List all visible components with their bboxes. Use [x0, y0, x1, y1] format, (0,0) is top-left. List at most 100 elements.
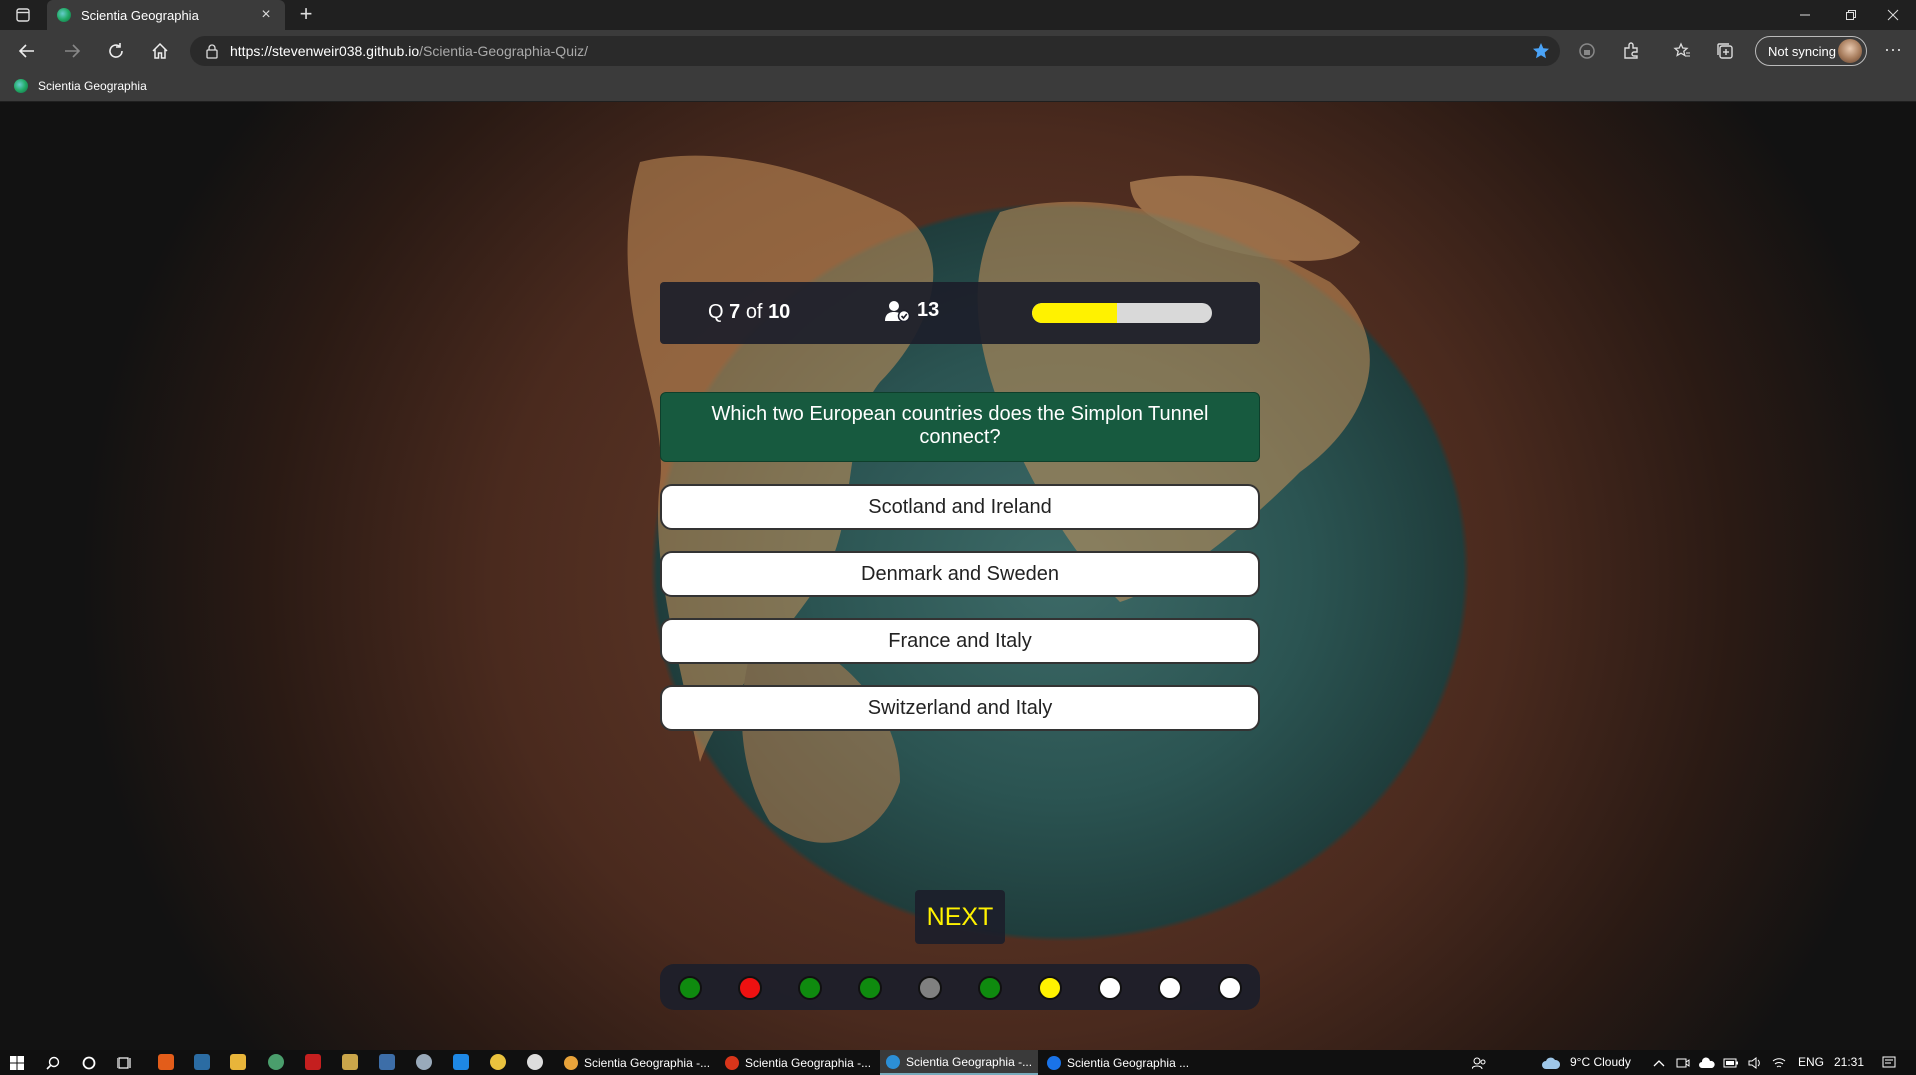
- favorites-icon[interactable]: [1671, 40, 1693, 62]
- home-icon[interactable]: [145, 36, 175, 66]
- cloud-weather-icon[interactable]: [1540, 1054, 1562, 1072]
- pinned-app-icon[interactable]: [416, 1054, 432, 1070]
- cortana-icon[interactable]: [80, 1054, 98, 1072]
- meet-now-icon[interactable]: [1674, 1054, 1692, 1072]
- answer-option-2[interactable]: Denmark and Sweden: [660, 551, 1260, 597]
- progress-bar-fill: [1032, 303, 1117, 323]
- tracker-dot-current: [1038, 976, 1062, 1000]
- globe-favicon-icon: [57, 8, 71, 22]
- pinned-app-icon[interactable]: [268, 1054, 284, 1070]
- taskbar-window-label: Scientia Geographia -...: [745, 1055, 872, 1070]
- read-aloud-icon[interactable]: [1576, 40, 1598, 62]
- answer-option-3[interactable]: France and Italy: [660, 618, 1260, 664]
- browser-app-icon: [1047, 1055, 1061, 1070]
- tracker-dot-pending: [1098, 976, 1122, 1000]
- tracker-dot-pending: [1218, 976, 1242, 1000]
- lock-icon[interactable]: [204, 43, 220, 59]
- user-check-icon: [885, 300, 911, 322]
- forward-icon[interactable]: [57, 36, 87, 66]
- opera-app-icon: [725, 1055, 739, 1070]
- favorite-item[interactable]: Scientia Geographia: [14, 79, 147, 93]
- people-icon[interactable]: [1470, 1054, 1488, 1072]
- chrome-app-icon: [564, 1055, 578, 1070]
- answer-option-1[interactable]: Scotland and Ireland: [660, 484, 1260, 530]
- windows-taskbar: Scientia Geographia -... Scientia Geogra…: [0, 1050, 1916, 1075]
- pinned-app-icon[interactable]: [453, 1054, 469, 1070]
- wifi-icon[interactable]: [1770, 1054, 1788, 1072]
- next-button[interactable]: NEXT: [915, 890, 1005, 944]
- notification-icon[interactable]: [1880, 1054, 1898, 1072]
- task-view-icon[interactable]: [116, 1054, 134, 1072]
- taskbar-window-label: Scientia Geographia ...: [1067, 1055, 1190, 1070]
- url-path: /Scientia-Geographia-Quiz/: [419, 43, 588, 59]
- address-bar[interactable]: https://stevenweir038.github.io/Scientia…: [190, 36, 1560, 66]
- quiz-status-bar: Q 7 of 10 13: [660, 282, 1260, 344]
- profile-sync-button[interactable]: Not syncing: [1755, 36, 1867, 66]
- close-window-icon[interactable]: [1870, 0, 1916, 30]
- taskbar-window-1[interactable]: Scientia Geographia -...: [558, 1050, 716, 1075]
- taskbar-window-label: Scientia Geographia -...: [584, 1055, 711, 1070]
- url-host: https://stevenweir038.github.io: [230, 43, 420, 59]
- taskbar-window-4[interactable]: Scientia Geographia ...: [1041, 1050, 1199, 1075]
- extensions-icon[interactable]: [1620, 40, 1642, 62]
- question-total: 10: [768, 301, 791, 323]
- question-prefix: Q: [708, 301, 724, 323]
- favorite-item-label: Scientia Geographia: [38, 79, 147, 93]
- question-current: 7: [729, 301, 741, 323]
- taskbar-window-2[interactable]: Scientia Geographia -...: [719, 1050, 877, 1075]
- tracker-dot-wrong: [738, 976, 762, 1000]
- chrome-app-icon[interactable]: [490, 1054, 506, 1070]
- language-indicator[interactable]: ENG: [1798, 1055, 1824, 1069]
- office-app-icon[interactable]: [158, 1054, 174, 1070]
- progress-bar: [1032, 303, 1212, 323]
- clock-time[interactable]: 21:31: [1834, 1055, 1864, 1069]
- tracker-dot-pending: [1158, 976, 1182, 1000]
- question-text: Which two European countries does the Si…: [660, 392, 1260, 462]
- search-icon[interactable]: [44, 1054, 62, 1072]
- tracker-dot-skipped: [918, 976, 942, 1000]
- tab-title: Scientia Geographia: [81, 7, 199, 23]
- chevron-up-icon[interactable]: [1650, 1054, 1668, 1072]
- volume-icon[interactable]: [1746, 1054, 1764, 1072]
- question-counter: Q 7 of 10: [708, 301, 790, 324]
- restore-icon[interactable]: [1828, 0, 1874, 30]
- new-tab-button[interactable]: +: [294, 3, 318, 27]
- file-explorer-icon[interactable]: [230, 1054, 246, 1070]
- pinned-app-icon[interactable]: [305, 1054, 321, 1070]
- collections-icon[interactable]: [1714, 40, 1736, 62]
- score-value: 13: [917, 299, 940, 321]
- favorites-bar: Scientia Geographia: [0, 72, 1916, 102]
- url-text: https://stevenweir038.github.io/Scientia…: [230, 43, 588, 59]
- taskbar-window-3[interactable]: Scientia Geographia -...: [880, 1050, 1038, 1075]
- tracker-dot-correct: [798, 976, 822, 1000]
- pinned-app-icon[interactable]: [379, 1054, 395, 1070]
- minimize-icon[interactable]: [1782, 0, 1828, 30]
- taskbar-window-label: Scientia Geographia -...: [906, 1054, 1033, 1069]
- sync-label: Not syncing: [1768, 43, 1836, 59]
- pinned-app-icon[interactable]: [527, 1054, 543, 1070]
- question-of: of: [745, 301, 763, 323]
- answer-option-4[interactable]: Switzerland and Italy: [660, 685, 1260, 731]
- windows-start-icon[interactable]: [8, 1054, 26, 1072]
- avatar: [1838, 39, 1862, 63]
- browser-toolbar: https://stevenweir038.github.io/Scientia…: [0, 30, 1916, 72]
- tab-actions-icon[interactable]: [10, 5, 36, 25]
- page-viewport: Q 7 of 10 13 Which two European countrie…: [0, 102, 1916, 1050]
- browser-tab-active[interactable]: Scientia Geographia ×: [47, 0, 285, 30]
- globe-favicon-icon: [14, 79, 28, 93]
- tracker-dot-correct: [978, 976, 1002, 1000]
- onedrive-icon[interactable]: [1698, 1054, 1716, 1072]
- steam-app-icon[interactable]: [194, 1054, 210, 1070]
- edge-app-icon: [886, 1054, 900, 1069]
- close-tab-icon[interactable]: ×: [257, 6, 275, 24]
- back-icon[interactable]: [12, 36, 42, 66]
- weather-text[interactable]: 9°C Cloudy: [1570, 1055, 1631, 1069]
- answer-tracker: [660, 964, 1260, 1010]
- more-menu-icon[interactable]: ···: [1880, 38, 1906, 64]
- favorite-star-icon[interactable]: [1532, 42, 1550, 60]
- refresh-icon[interactable]: [101, 36, 131, 66]
- tracker-dot-correct: [858, 976, 882, 1000]
- tab-bar: Scientia Geographia × +: [0, 0, 1916, 30]
- pinned-app-icon[interactable]: [342, 1054, 358, 1070]
- battery-icon[interactable]: [1722, 1054, 1740, 1072]
